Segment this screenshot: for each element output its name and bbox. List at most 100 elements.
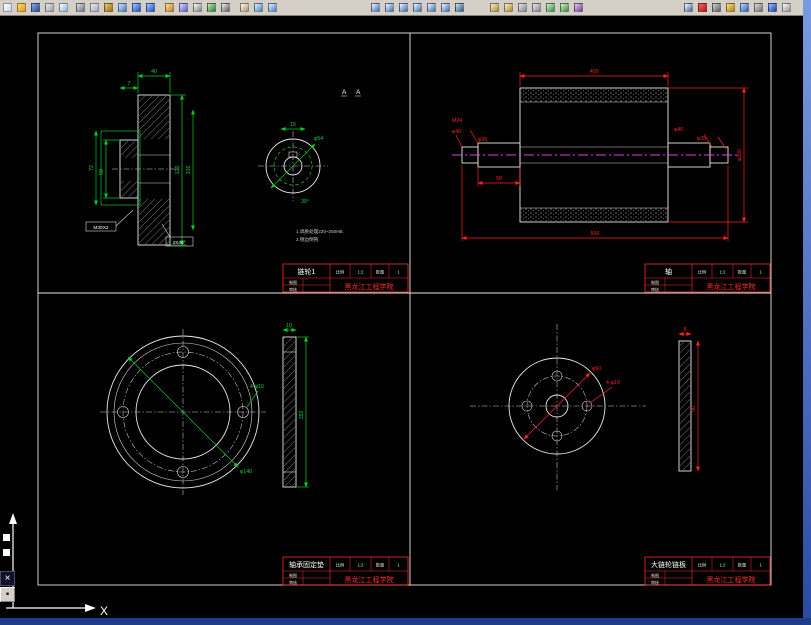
mini-tool-icon: ▪ [5, 589, 10, 600]
window-border-bottom [0, 618, 811, 625]
zoom-out-icon[interactable] [383, 1, 396, 14]
school-name: 黑龙江工程学院 [345, 282, 394, 291]
list-icon[interactable] [516, 1, 529, 14]
dim-text: 500 [591, 231, 600, 237]
make-block-icon[interactable] [177, 1, 190, 14]
zoom-all-icon[interactable] [425, 1, 438, 14]
dim-text: 2X45° [172, 240, 185, 246]
properties-icon[interactable] [572, 1, 585, 14]
check-label: 审核 [651, 579, 659, 585]
dim-text: 58 [99, 169, 105, 175]
toolbar-group-inquiry [488, 1, 585, 14]
zoom-in-icon[interactable] [369, 1, 382, 14]
dim-text: 8 [684, 327, 687, 333]
ucs-icon: X [3, 513, 108, 618]
insert-block-icon[interactable] [163, 1, 176, 14]
qty-label: 数量 [738, 562, 746, 569]
point-icon[interactable] [191, 1, 204, 14]
part-name: 大链轮链板 [651, 560, 686, 569]
dim-text: 96 [691, 406, 697, 412]
close-tool-icon: × [4, 573, 11, 584]
check-label: 审核 [289, 579, 297, 585]
dim-text: φ54 [314, 136, 323, 142]
qty-label: 数量 [376, 562, 384, 569]
dim-text: φ40 [452, 129, 461, 135]
zoom-realtime-icon[interactable] [252, 1, 265, 14]
hatch-icon[interactable] [205, 1, 218, 14]
draw-label: 制图 [289, 572, 297, 578]
dim-text: 2.锐边倒钝. [296, 236, 319, 243]
dim-text: 40 [151, 69, 157, 75]
dim-text: 10 [286, 323, 292, 329]
grid-toggle-icon[interactable] [752, 1, 765, 14]
qty-value: 1 [397, 270, 400, 275]
cut-icon[interactable] [74, 1, 87, 14]
qty-value: 1 [759, 563, 762, 568]
dim-text: φ35 [478, 137, 487, 143]
dim-text: 15 [290, 122, 296, 128]
floating-tool-button-1[interactable]: × [0, 571, 15, 586]
ucs-y-arrow [9, 513, 17, 524]
sheet-sprocket: 40 7 58 72 120 100 M30X2 2X45° φ54 15 30… [85, 69, 361, 247]
check-label: 审核 [651, 286, 659, 292]
distance-icon[interactable] [488, 1, 501, 14]
dim-text: 72 [89, 165, 95, 171]
qty-label: 数量 [376, 269, 384, 276]
text-icon[interactable] [219, 1, 232, 14]
copy-icon[interactable] [88, 1, 101, 14]
ucs-x-arrow [85, 604, 96, 612]
linetype-control-icon[interactable] [710, 1, 723, 14]
dim-text: φ140 [240, 469, 252, 475]
zoom-extents-icon[interactable] [411, 1, 424, 14]
paste-icon[interactable] [102, 1, 115, 14]
zoom-window-icon[interactable] [266, 1, 279, 14]
titleblock-plate: 大链轮链板 比例 1:2 数量 1 制图审核 黑龙江工程学院 [644, 556, 771, 586]
print-icon[interactable] [43, 1, 56, 14]
draw-label: 制图 [651, 279, 659, 285]
layer-control-icon[interactable] [682, 1, 695, 14]
undo-icon[interactable] [130, 1, 143, 14]
sheet-shaft: 400 500 φ200 M24 φ40 φ35 φ40 φ35 58 [452, 69, 748, 241]
open-file-icon[interactable] [15, 1, 28, 14]
scale-value: 1:2 [720, 563, 726, 568]
window-border-right [803, 0, 811, 625]
locate-point-icon[interactable] [530, 1, 543, 14]
redraw-icon[interactable] [544, 1, 557, 14]
scale-label: 比例 [698, 562, 706, 569]
scale-value: 1:2 [358, 270, 364, 275]
dim-text: 100 [186, 166, 192, 175]
aerial-view-icon[interactable] [453, 1, 466, 14]
toolbar-group-view [238, 1, 279, 14]
toolbar-group-edit [74, 1, 157, 14]
zoom-previous-icon[interactable] [397, 1, 410, 14]
titleblock-sprocket: 链轮1 比例 1:2 数量 1 制图审核 黑龙江工程学院 [282, 263, 409, 293]
part-name: 轴 [665, 267, 672, 276]
redo-icon[interactable] [144, 1, 157, 14]
zoom-scale-icon[interactable] [439, 1, 452, 14]
sheet-flange: φ140 4-φ10 150 10 [100, 323, 309, 495]
qty-value: 1 [397, 563, 400, 568]
drawing-canvas: 40 7 58 72 120 100 M30X2 2X45° φ54 15 30… [3, 32, 772, 618]
about-icon[interactable] [780, 1, 793, 14]
dim-text: A [356, 89, 361, 96]
dim-text: 120 [175, 166, 181, 175]
object-snap-icon[interactable] [724, 1, 737, 14]
pan-icon[interactable] [238, 1, 251, 14]
save-file-icon[interactable] [29, 1, 42, 14]
toolbar-group-draw [163, 1, 232, 14]
dim-text: 150 [299, 411, 305, 420]
match-properties-icon[interactable] [116, 1, 129, 14]
regen-icon[interactable] [558, 1, 571, 14]
dim-text: M24 [452, 118, 462, 124]
ucs-toggle-icon[interactable] [738, 1, 751, 14]
floating-tool-button-2[interactable]: ▪ [0, 587, 15, 602]
print-preview-icon[interactable] [57, 1, 70, 14]
titleblock-shaft: 轴 比例 1:2 数量 1 制图审核 黑龙江工程学院 [644, 263, 771, 293]
help-icon[interactable] [766, 1, 779, 14]
titleblock-flange: 轴承固定垫 比例 1:2 数量 1 制图审核 黑龙江工程学院 [282, 556, 409, 586]
qty-value: 1 [759, 270, 762, 275]
area-icon[interactable] [502, 1, 515, 14]
color-control-icon[interactable] [696, 1, 709, 14]
new-file-icon[interactable] [1, 1, 14, 14]
cad-window: 40 7 58 72 120 100 M30X2 2X45° φ54 15 30… [0, 0, 811, 625]
